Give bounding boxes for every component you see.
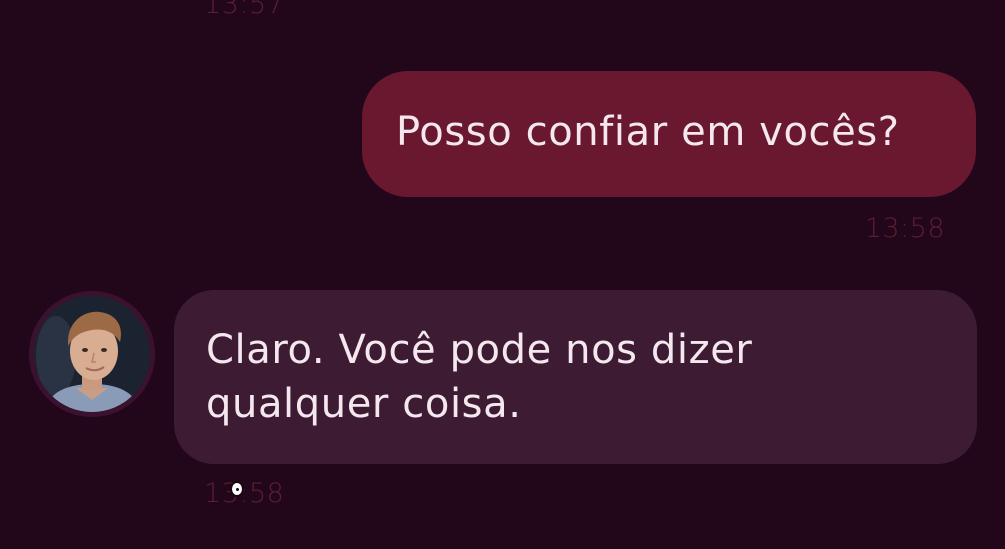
person-avatar-icon — [34, 296, 150, 412]
received-message-bubble[interactable]: Claro. Você pode nos dizer qualquer cois… — [174, 290, 977, 464]
message-text: Posso confiar em vocês? — [396, 109, 900, 155]
avatar-portrait — [34, 296, 150, 412]
message-timestamp: 13:57 — [204, 0, 285, 20]
message-text: Claro. Você pode nos dizer qualquer cois… — [206, 327, 753, 427]
message-timestamp: 13:58 — [864, 213, 945, 244]
sent-message-bubble[interactable]: Posso confiar em vocês? — [362, 71, 976, 197]
touch-cursor-icon — [230, 481, 244, 497]
avatar[interactable] — [29, 291, 155, 417]
chat-thread: 13:57 Posso confiar em vocês? 13:58 Clar… — [0, 0, 1005, 549]
message-timestamp: 13:58 — [204, 478, 285, 509]
